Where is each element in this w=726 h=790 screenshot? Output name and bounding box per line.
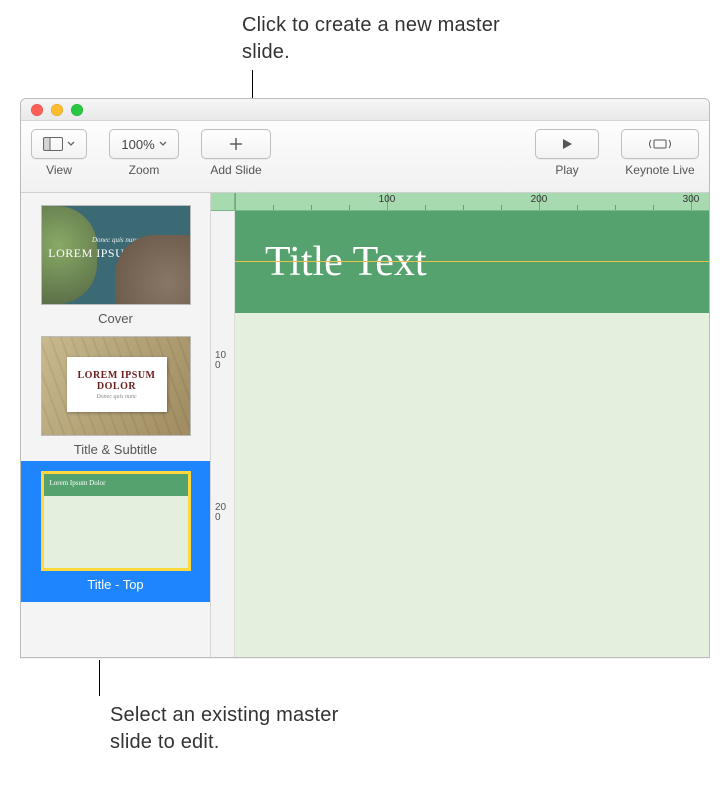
ruler-corner bbox=[211, 193, 235, 211]
keynote-live-button[interactable] bbox=[621, 129, 699, 159]
annotation-line bbox=[99, 660, 100, 696]
zoom-value: 100% bbox=[121, 137, 154, 152]
toolbar: View 100% Zoom Add Slide bbox=[21, 121, 709, 193]
slide-navigator: Donec quis nunc LOREM IPSUM DOLOR Cover … bbox=[21, 193, 211, 657]
toolbar-label: Keynote Live bbox=[625, 163, 694, 177]
thumbnail-text: Donec quis nunc bbox=[42, 236, 190, 244]
thumbnail-text: LOREM IPSUM DOLOR bbox=[42, 246, 190, 261]
thumbnail-label: Title - Top bbox=[31, 577, 200, 592]
broadcast-icon bbox=[647, 137, 673, 151]
title-placeholder[interactable]: Title Text bbox=[235, 211, 709, 313]
thumbnail-text: Lorem Ipsum Dolor bbox=[50, 479, 106, 487]
view-button[interactable] bbox=[31, 129, 87, 159]
thumbnail-preview: Lorem Ipsum Dolor bbox=[41, 471, 191, 571]
annotation-bottom: Select an existing master slide to edit. bbox=[110, 702, 370, 756]
app-window: View 100% Zoom Add Slide bbox=[20, 98, 710, 658]
slide-canvas[interactable]: Title Text bbox=[235, 211, 709, 657]
master-slide-thumbnail-selected[interactable]: Lorem Ipsum Dolor Title - Top bbox=[21, 461, 210, 602]
view-icon bbox=[43, 137, 63, 151]
title-text: Title Text bbox=[265, 238, 427, 286]
annotation-top: Click to create a new master slide. bbox=[242, 12, 502, 66]
close-icon[interactable] bbox=[31, 104, 43, 116]
minimize-icon[interactable] bbox=[51, 104, 63, 116]
chevron-down-icon bbox=[67, 141, 75, 147]
maximize-icon[interactable] bbox=[71, 104, 83, 116]
toolbar-zoom-group: 100% Zoom bbox=[109, 129, 179, 177]
vertical-ruler[interactable]: 100 200 bbox=[211, 211, 235, 657]
zoom-button[interactable]: 100% bbox=[109, 129, 179, 159]
thumbnail-preview: Donec quis nunc LOREM IPSUM DOLOR bbox=[41, 205, 191, 305]
thumbnail-text: LOREM IPSUM DOLOR bbox=[67, 370, 167, 392]
master-slide-thumbnail[interactable]: LOREM IPSUM DOLOR Donec quis nunc Title … bbox=[21, 330, 210, 461]
master-slide-thumbnail[interactable]: Donec quis nunc LOREM IPSUM DOLOR Cover bbox=[21, 199, 210, 330]
toolbar-view-group: View bbox=[31, 129, 87, 177]
alignment-guide bbox=[235, 261, 709, 262]
ruler-tick-label: 200 bbox=[215, 503, 229, 523]
play-button[interactable] bbox=[535, 129, 599, 159]
toolbar-label: Zoom bbox=[129, 163, 160, 177]
thumbnail-label: Cover bbox=[31, 311, 200, 326]
toolbar-add-slide-group: Add Slide bbox=[201, 129, 271, 177]
window-titlebar bbox=[21, 99, 709, 121]
plus-icon bbox=[228, 136, 244, 152]
play-icon bbox=[560, 137, 574, 151]
toolbar-play-group: Play bbox=[535, 129, 599, 177]
horizontal-ruler[interactable]: 100 200 300 bbox=[235, 193, 709, 211]
ruler-tick-label: 100 bbox=[215, 351, 229, 371]
thumbnail-text: Donec quis nunc bbox=[96, 394, 136, 400]
toolbar-label: Add Slide bbox=[210, 163, 261, 177]
toolbar-keynote-live-group: Keynote Live bbox=[621, 129, 699, 177]
content-area: Donec quis nunc LOREM IPSUM DOLOR Cover … bbox=[21, 193, 709, 657]
ruler-tick-label: 300 bbox=[683, 194, 700, 205]
thumbnail-label: Title & Subtitle bbox=[31, 442, 200, 457]
ruler-tick-label: 100 bbox=[379, 194, 396, 205]
slide-editor: 100 200 300 100 200 Title Text bbox=[211, 193, 709, 657]
chevron-down-icon bbox=[159, 141, 167, 147]
ruler-tick-label: 200 bbox=[531, 194, 548, 205]
thumbnail-preview: LOREM IPSUM DOLOR Donec quis nunc bbox=[41, 336, 191, 436]
add-slide-button[interactable] bbox=[201, 129, 271, 159]
toolbar-label: View bbox=[46, 163, 72, 177]
toolbar-label: Play bbox=[555, 163, 578, 177]
